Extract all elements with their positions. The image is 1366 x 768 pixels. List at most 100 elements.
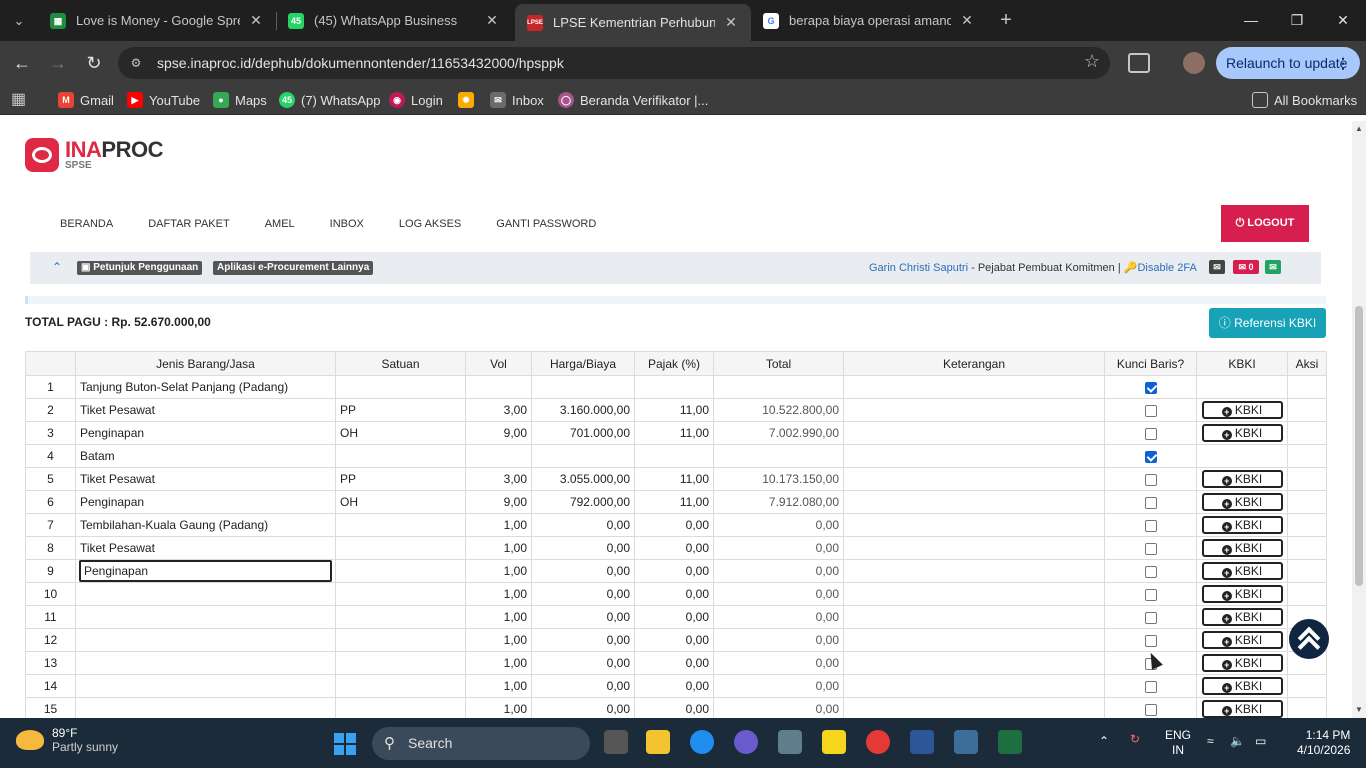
- cell-satuan[interactable]: [335, 697, 466, 718]
- profile-avatar[interactable]: [1183, 52, 1205, 74]
- kbki-button[interactable]: + KBKI: [1201, 539, 1283, 557]
- nav-log-akses[interactable]: LOG AKSES: [399, 218, 461, 230]
- bookmark-gmail[interactable]: M Gmail: [58, 91, 114, 109]
- cell-satuan[interactable]: [335, 628, 466, 652]
- cell-pajak[interactable]: 11,00: [634, 421, 714, 445]
- site-info-icon[interactable]: ⚙: [128, 55, 144, 71]
- cell-keterangan[interactable]: [843, 375, 1105, 399]
- cell-satuan[interactable]: PP: [335, 398, 466, 422]
- cell-vol[interactable]: [465, 444, 532, 468]
- cell-satuan[interactable]: PP: [335, 467, 466, 491]
- cell-jenis[interactable]: Tembilahan-Kuala Gaung (Padang): [75, 513, 336, 537]
- cell-editor-input[interactable]: Penginapan: [79, 560, 332, 582]
- cell-satuan[interactable]: [335, 559, 466, 583]
- scroll-down-icon[interactable]: ▼: [1355, 706, 1363, 714]
- cell-vol[interactable]: 3,00: [465, 467, 532, 491]
- reload-icon[interactable]: ↻: [80, 49, 108, 77]
- cell-harga[interactable]: 0,00: [531, 697, 635, 718]
- cell-pajak[interactable]: 0,00: [634, 674, 714, 698]
- windows-start-icon[interactable]: [334, 733, 356, 755]
- inaproc-logo[interactable]: INAPROC SPSE: [25, 138, 163, 172]
- cell-satuan[interactable]: [335, 444, 466, 468]
- cell-harga[interactable]: [531, 375, 635, 399]
- kunci-baris-checkbox[interactable]: [1144, 404, 1157, 417]
- window-close-icon[interactable]: ✕: [1320, 0, 1366, 41]
- cell-harga[interactable]: 0,00: [531, 513, 635, 537]
- cell-harga[interactable]: 792.000,00: [531, 490, 635, 514]
- task-view-icon[interactable]: [604, 730, 628, 754]
- kunci-baris-checkbox[interactable]: [1144, 703, 1157, 716]
- cell-keterangan[interactable]: [843, 421, 1105, 445]
- guide-badge[interactable]: ▣ Petunjuk Penggunaan: [77, 261, 203, 275]
- bookmark-whatsapp[interactable]: 45 (7) WhatsApp: [279, 91, 380, 109]
- cell-satuan[interactable]: [335, 605, 466, 629]
- tab-search-icon[interactable]: ⌄: [6, 8, 32, 34]
- new-tab-icon[interactable]: +: [994, 8, 1018, 32]
- cell-keterangan[interactable]: [843, 582, 1105, 606]
- cell-vol[interactable]: 3,00: [465, 398, 532, 422]
- kunci-baris-checkbox[interactable]: [1144, 427, 1157, 440]
- cell-vol[interactable]: 1,00: [465, 674, 532, 698]
- address-bar[interactable]: ⚙ spse.inaproc.id/dephub/dokumennontende…: [118, 47, 1110, 79]
- bookmark-login[interactable]: ◉ Login: [389, 91, 443, 109]
- cell-jenis[interactable]: Tiket Pesawat: [75, 536, 336, 560]
- kunci-baris-checkbox[interactable]: [1144, 519, 1157, 532]
- close-icon[interactable]: ✕: [959, 12, 975, 29]
- cell-vol[interactable]: 9,00: [465, 490, 532, 514]
- chrome-icon[interactable]: [866, 730, 890, 754]
- open-mail-icon[interactable]: ✉: [1265, 260, 1281, 274]
- volume-icon[interactable]: 🔈: [1230, 734, 1245, 748]
- disable-2fa-link[interactable]: 🔑Disable 2FA: [1124, 262, 1197, 274]
- cell-keterangan[interactable]: [843, 605, 1105, 629]
- cell-jenis[interactable]: [75, 674, 336, 698]
- bookmark-inbox[interactable]: ✉ Inbox: [490, 91, 544, 109]
- cell-satuan[interactable]: [335, 536, 466, 560]
- cell-pajak[interactable]: 0,00: [634, 559, 714, 583]
- kbki-button[interactable]: + KBKI: [1201, 424, 1283, 442]
- cell-jenis-editing[interactable]: Penginapan: [75, 559, 336, 583]
- bookmark-youtube[interactable]: ▶ YouTube: [127, 91, 200, 109]
- kunci-baris-checkbox[interactable]: [1144, 450, 1157, 463]
- cell-keterangan[interactable]: [843, 536, 1105, 560]
- cell-harga[interactable]: 0,00: [531, 651, 635, 675]
- message-icon[interactable]: ✉: [1209, 260, 1225, 274]
- cell-pajak[interactable]: 11,00: [634, 490, 714, 514]
- cell-jenis[interactable]: [75, 628, 336, 652]
- kbki-button[interactable]: + KBKI: [1201, 608, 1283, 626]
- edge-icon[interactable]: [690, 730, 714, 754]
- tab-google-search[interactable]: G berapa biaya operasi amandel - ✕: [751, 0, 987, 41]
- cell-keterangan[interactable]: [843, 651, 1105, 675]
- cell-satuan[interactable]: [335, 651, 466, 675]
- cell-harga[interactable]: 0,00: [531, 582, 635, 606]
- bookmark-maps[interactable]: ● Maps: [213, 91, 267, 109]
- kbki-button[interactable]: + KBKI: [1201, 401, 1283, 419]
- kunci-baris-checkbox[interactable]: [1144, 634, 1157, 647]
- calculator-icon[interactable]: [954, 730, 978, 754]
- cell-pajak[interactable]: 0,00: [634, 582, 714, 606]
- battery-icon[interactable]: ▭: [1255, 734, 1266, 748]
- cell-harga[interactable]: 0,00: [531, 559, 635, 583]
- excel-icon[interactable]: [998, 730, 1022, 754]
- copilot-icon[interactable]: [734, 730, 758, 754]
- cell-harga[interactable]: 0,00: [531, 674, 635, 698]
- wifi-icon[interactable]: ≈: [1207, 734, 1214, 748]
- kbki-button[interactable]: + KBKI: [1201, 677, 1283, 695]
- cell-jenis[interactable]: Tanjung Buton-Selat Panjang (Padang): [75, 375, 336, 399]
- cell-vol[interactable]: 1,00: [465, 559, 532, 583]
- cell-harga[interactable]: 3.055.000,00: [531, 467, 635, 491]
- nav-inbox[interactable]: INBOX: [330, 218, 364, 230]
- cell-keterangan[interactable]: [843, 467, 1105, 491]
- cell-keterangan[interactable]: [843, 513, 1105, 537]
- sync-icon[interactable]: ↻: [1130, 732, 1140, 746]
- language-indicator[interactable]: ENG IN: [1165, 728, 1191, 758]
- cell-keterangan[interactable]: [843, 628, 1105, 652]
- apps-grid-icon[interactable]: ▦: [11, 91, 29, 109]
- extensions-icon[interactable]: [1128, 53, 1150, 73]
- cell-satuan[interactable]: OH: [335, 490, 466, 514]
- cell-jenis[interactable]: Tiket Pesawat: [75, 398, 336, 422]
- scroll-up-icon[interactable]: ▲: [1355, 125, 1363, 133]
- cell-vol[interactable]: 1,00: [465, 513, 532, 537]
- taskbar-search[interactable]: ⚲ Search: [372, 727, 590, 760]
- kbki-button[interactable]: + KBKI: [1201, 493, 1283, 511]
- kunci-baris-checkbox[interactable]: [1144, 588, 1157, 601]
